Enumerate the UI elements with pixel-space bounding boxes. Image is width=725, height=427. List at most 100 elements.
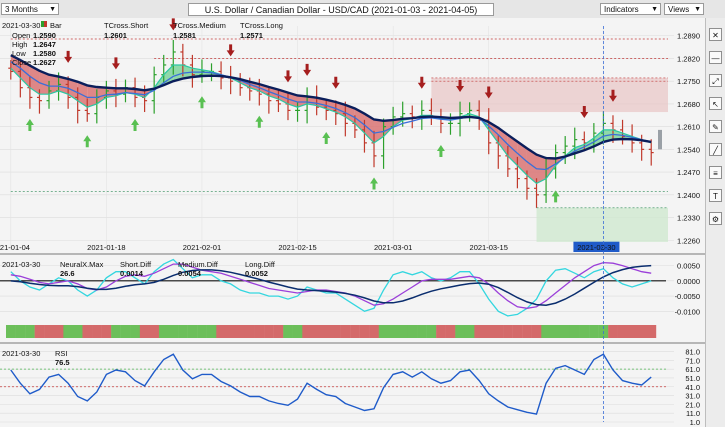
legend-medium-diff: Medium.Diff <box>178 260 219 269</box>
x-tick-label: 2021-02-15 <box>278 243 316 252</box>
legend-rsi-value: 76.5 <box>55 358 70 367</box>
neuralx-cell <box>158 325 169 338</box>
neuralx-cell <box>350 325 360 338</box>
neuralx-cell <box>579 325 590 338</box>
legend-tcross-short-value: 1.2601 <box>104 31 127 40</box>
legend-short-diff: Short.Diff <box>120 260 152 269</box>
timeframe-label: 3 Months <box>5 5 38 14</box>
legend-short-diff-value: 0.0014 <box>120 269 144 278</box>
bar-legend-swatch-down <box>44 21 47 27</box>
line-icon[interactable]: ╱ <box>709 143 722 156</box>
neuralx-cell <box>503 325 513 338</box>
price-tick-label: 1.2260 <box>677 236 700 245</box>
rsi-panel-date: 2021-03-30 <box>2 349 40 358</box>
indicators-label: Indicators <box>604 5 639 14</box>
support-zone <box>536 207 668 242</box>
price-tick-label: 1.2750 <box>677 77 700 86</box>
ohlc-open-label: Open <box>12 31 30 40</box>
zoom-icon[interactable]: ⤢ <box>709 74 722 87</box>
ohlc-high-label: High <box>12 40 27 49</box>
legend-tcross-short: TCross.Short <box>104 21 149 30</box>
resistance-zone <box>431 77 668 113</box>
price-tick-label: 1.2470 <box>677 168 700 177</box>
neuralx-cell <box>321 325 332 338</box>
views-select[interactable]: Views ▼ <box>664 3 704 15</box>
pencil-icon[interactable]: ✎ <box>709 120 722 133</box>
neuralx-cell <box>63 325 74 338</box>
neuralx-cell <box>560 325 571 338</box>
neuralx-cell <box>455 325 466 338</box>
neuralx-cell <box>646 325 657 338</box>
views-label: Views <box>668 5 690 14</box>
ohlc-low-label: Low <box>12 49 26 58</box>
diff-tick-label: 0.0050 <box>677 262 700 271</box>
neuralx-cell <box>359 325 370 338</box>
fibonacci-icon[interactable]: ≡ <box>709 166 722 179</box>
rsi-tick-label: 81.0 <box>685 348 700 357</box>
close-icon[interactable]: ✕ <box>709 28 722 41</box>
settings-icon[interactable]: ⚙ <box>709 212 722 225</box>
neuralx-cell <box>168 325 179 338</box>
neuralx-cell <box>53 325 64 338</box>
cursor-icon[interactable]: ↖ <box>709 97 722 110</box>
chevron-down-icon: ▼ <box>651 6 658 13</box>
diff-panel-date: 2021-03-30 <box>2 260 40 269</box>
chevron-down-icon: ▼ <box>49 6 56 13</box>
neuralx-cell <box>464 325 475 338</box>
price-panel-date: 2021-03-30 <box>2 21 40 30</box>
price-tick-label: 1.2820 <box>677 54 700 63</box>
chart-area[interactable]: 1.2890 1.2820 1.2750 1.2680 1.2610 1.2540 1.24… <box>0 18 705 427</box>
legend-neuralx-max-value: 26.6 <box>60 269 75 278</box>
rsi-tick-label: 41.0 <box>685 383 700 392</box>
neuralx-cell <box>149 325 160 338</box>
price-tick-label: 1.2330 <box>677 214 700 223</box>
neuralx-cell <box>541 325 552 338</box>
neuralx-cell <box>627 325 638 338</box>
neuralx-cell <box>178 325 188 338</box>
neuralx-cell <box>589 325 599 338</box>
diff-tick-label: 0.0000 <box>677 277 700 286</box>
ohlc-close-label: Close <box>12 58 31 67</box>
neuralx-cell <box>235 325 246 338</box>
neuralx-cell <box>512 325 523 338</box>
legend-tcross-long: TCross.Long <box>240 21 283 30</box>
neuralx-cell <box>331 325 341 338</box>
neuralx-cell <box>397 325 408 338</box>
neuralx-cell <box>292 325 303 338</box>
minus-icon[interactable]: — <box>709 51 722 64</box>
rsi-tick-label: 71.0 <box>685 356 700 365</box>
neuralx-cell <box>369 325 379 338</box>
neuralx-cell <box>15 325 26 338</box>
neuralx-cell <box>244 325 255 338</box>
neuralx-cell <box>311 325 322 338</box>
neuralx-cell <box>92 325 102 338</box>
neuralx-cell <box>206 325 217 338</box>
price-tick-label: 1.2610 <box>677 123 700 132</box>
neuralx-cell <box>34 325 45 338</box>
chart-title: U.S. Dollar / Canadian Dollar - USD/CAD … <box>188 3 494 16</box>
rsi-tick-label: 61.0 <box>685 365 700 374</box>
legend-tcross-long-value: 1.2571 <box>240 31 263 40</box>
rsi-tick-label: 21.0 <box>685 400 700 409</box>
x-tick-label: 2021-01-18 <box>87 243 125 252</box>
neuralx-cell <box>264 325 274 338</box>
legend-tcross-medium: TCross.Medium <box>173 21 226 30</box>
x-tick-label: 2021-03-01 <box>374 243 412 252</box>
neuralx-cell <box>82 325 93 338</box>
neuralx-cell <box>25 325 35 338</box>
neuralx-cell <box>340 325 351 338</box>
neuralx-cell <box>483 325 494 338</box>
timeframe-select[interactable]: 3 Months ▼ <box>1 3 59 15</box>
neuralx-cell <box>522 325 532 338</box>
neuralx-cell <box>608 325 618 338</box>
neuralx-cell <box>531 325 542 338</box>
price-tick-label: 1.2890 <box>677 32 700 41</box>
legend-bar: Bar <box>50 21 62 30</box>
neuralx-cell <box>6 325 16 338</box>
neuralx-cell <box>254 325 265 338</box>
ohlc-low-value: 1.2580 <box>33 49 56 58</box>
neuralx-cell <box>426 325 437 338</box>
text-icon[interactable]: T <box>709 189 722 202</box>
indicators-select[interactable]: Indicators ▼ <box>600 3 661 15</box>
rsi-tick-label: 1.0 <box>690 418 700 427</box>
